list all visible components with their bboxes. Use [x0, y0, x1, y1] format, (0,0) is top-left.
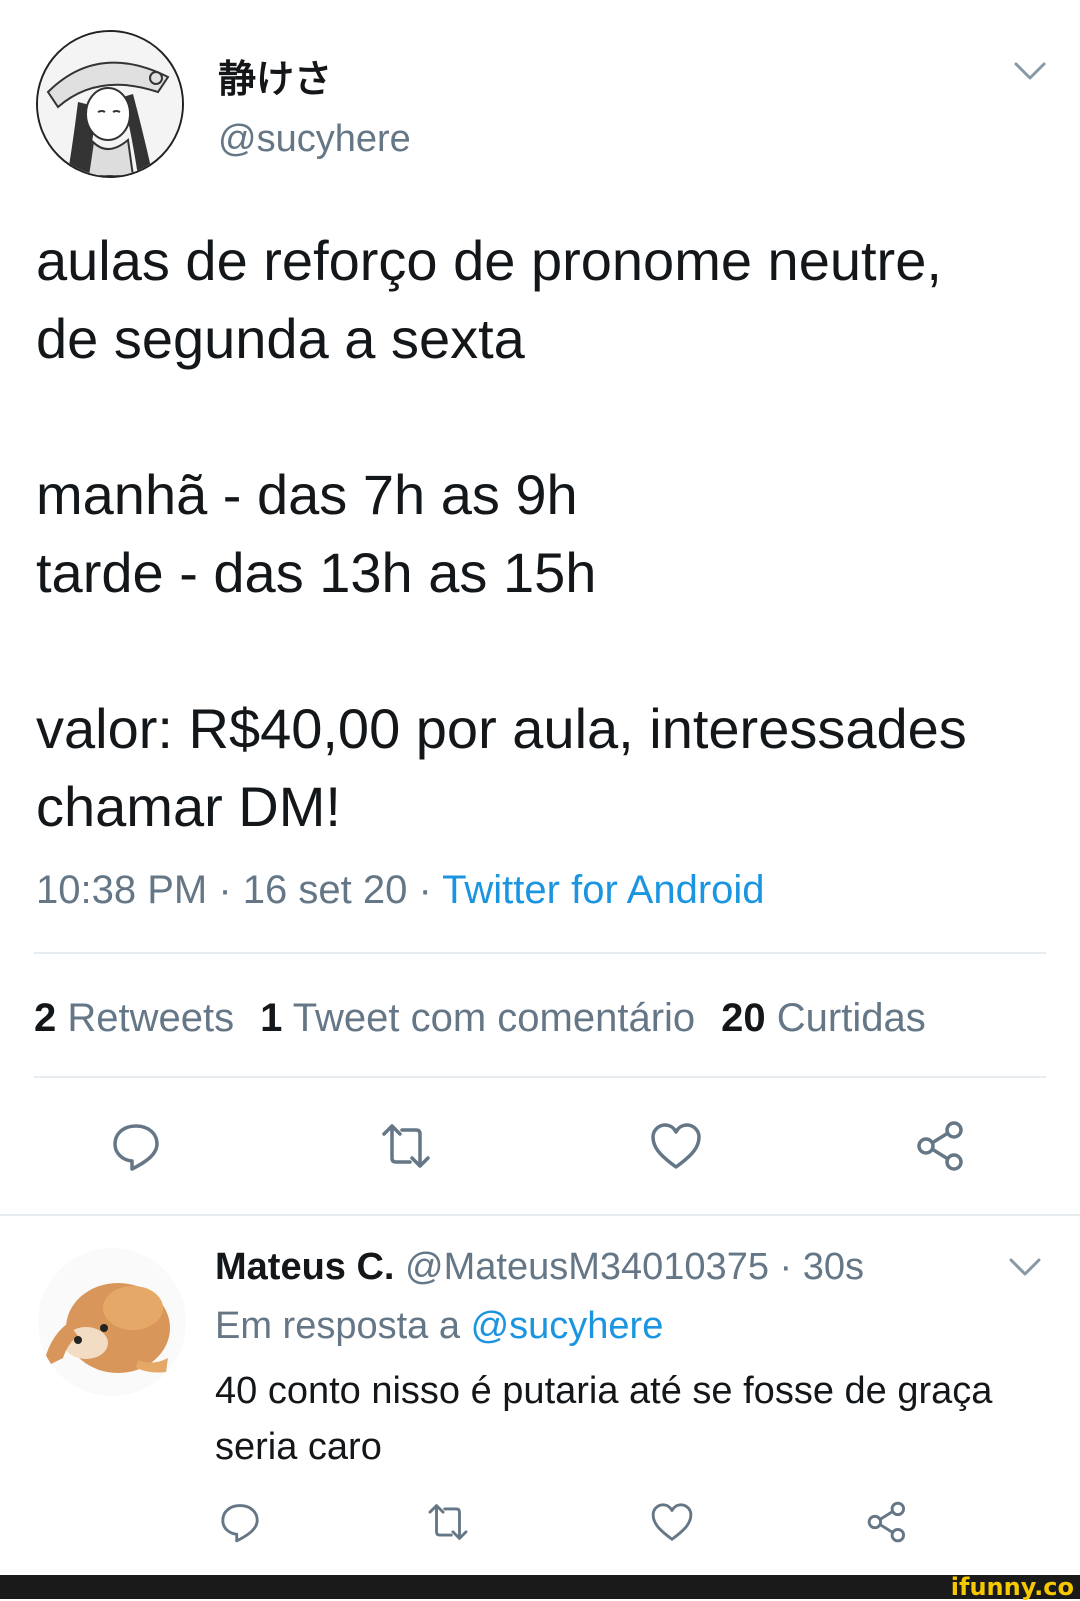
author-handle[interactable]: @sucyhere	[218, 118, 411, 161]
reply-icon[interactable]	[108, 1118, 164, 1174]
quotes-label: Tweet com comentário	[292, 996, 696, 1040]
retweets-stat[interactable]: 2 Retweets	[34, 996, 234, 1040]
tweet-metadata: 10:38 PM · 16 set 20 · Twitter for Andro…	[36, 868, 765, 913]
reply-header: Mateus C. @MateusM34010375 · 30s	[215, 1246, 864, 1289]
likes-stat[interactable]: 20 Curtidas	[721, 996, 926, 1040]
reply-time: 30s	[802, 1246, 865, 1288]
like-icon[interactable]	[648, 1118, 704, 1174]
quotes-count: 1	[260, 996, 283, 1040]
ifunny-watermark: ifunny.co	[950, 1573, 1074, 1601]
meta-separator: ·	[207, 868, 243, 912]
reply-author-handle[interactable]: @MateusM34010375	[405, 1246, 769, 1288]
retweets-count: 2	[34, 996, 57, 1040]
divider	[34, 1076, 1046, 1078]
likes-label: Curtidas	[776, 996, 926, 1040]
chevron-down-icon[interactable]	[1010, 56, 1050, 86]
retweets-label: Retweets	[67, 996, 235, 1040]
retweet-icon[interactable]	[378, 1118, 434, 1174]
meta-separator: ·	[407, 868, 443, 912]
tweet-text: aulas de reforço de pronome neutre, de s…	[36, 229, 967, 838]
quotes-stat[interactable]: 1 Tweet com comentário	[260, 996, 695, 1040]
tweet-stats: 2 Retweets 1 Tweet com comentário 20 Curti…	[34, 996, 926, 1041]
tweet-source-link[interactable]: Twitter for Android	[442, 868, 764, 912]
reply-author-display-name[interactable]: Mateus C.	[215, 1246, 394, 1288]
share-icon[interactable]	[914, 1118, 970, 1174]
meta-separator: ·	[768, 1246, 803, 1288]
divider	[0, 1214, 1080, 1216]
like-icon[interactable]	[649, 1499, 695, 1545]
reply-icon[interactable]	[217, 1499, 263, 1545]
retweet-icon[interactable]	[425, 1499, 471, 1545]
chevron-down-icon[interactable]	[1005, 1252, 1045, 1282]
reply-author-avatar[interactable]	[38, 1248, 186, 1396]
in-reply-to: Em resposta a @sucyhere	[215, 1305, 663, 1348]
likes-count: 20	[721, 996, 766, 1040]
share-icon[interactable]	[865, 1499, 911, 1545]
divider	[34, 952, 1046, 954]
reply-text: 40 conto nisso é putaria até se fosse de…	[215, 1370, 993, 1468]
watermark-bar	[0, 1575, 1080, 1599]
reply-mention-link[interactable]: @sucyhere	[471, 1305, 664, 1347]
doge-avatar-image	[38, 1248, 186, 1396]
author-display-name[interactable]: 静けさ	[218, 48, 332, 103]
in-reply-prefix: Em resposta a	[215, 1305, 460, 1347]
tweet-date: 16 set 20	[242, 868, 408, 912]
author-avatar[interactable]	[36, 30, 184, 178]
anime-girl-avatar-image	[38, 32, 182, 176]
tweet-time: 10:38 PM	[36, 868, 208, 912]
